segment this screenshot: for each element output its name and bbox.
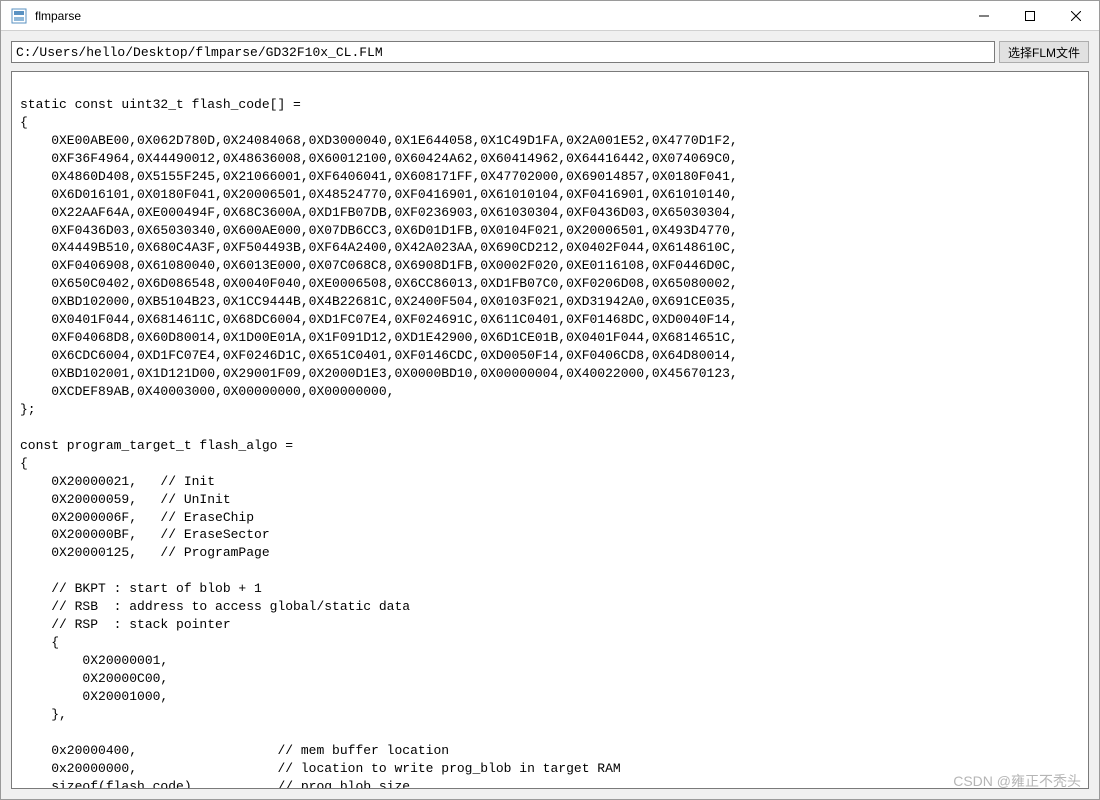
select-flm-button[interactable]: 选择FLM文件 xyxy=(999,41,1089,63)
path-input[interactable] xyxy=(11,41,995,63)
code-output-frame: static const uint32_t flash_code[] = { 0… xyxy=(11,71,1089,789)
titlebar[interactable]: flmparse xyxy=(1,1,1099,31)
app-icon xyxy=(11,8,27,24)
window-title: flmparse xyxy=(35,9,81,23)
code-text: static const uint32_t flash_code[] = { 0… xyxy=(20,78,1080,788)
minimize-button[interactable] xyxy=(961,1,1007,31)
minimize-icon xyxy=(979,11,989,21)
path-row: 选择FLM文件 xyxy=(11,41,1089,63)
maximize-icon xyxy=(1025,11,1035,21)
close-icon xyxy=(1071,11,1081,21)
maximize-button[interactable] xyxy=(1007,1,1053,31)
close-button[interactable] xyxy=(1053,1,1099,31)
code-output[interactable]: static const uint32_t flash_code[] = { 0… xyxy=(12,72,1088,788)
window-root: flmparse 选择FLM文件 static const uint32_t f… xyxy=(0,0,1100,800)
client-area: 选择FLM文件 static const uint32_t flash_code… xyxy=(1,31,1099,799)
